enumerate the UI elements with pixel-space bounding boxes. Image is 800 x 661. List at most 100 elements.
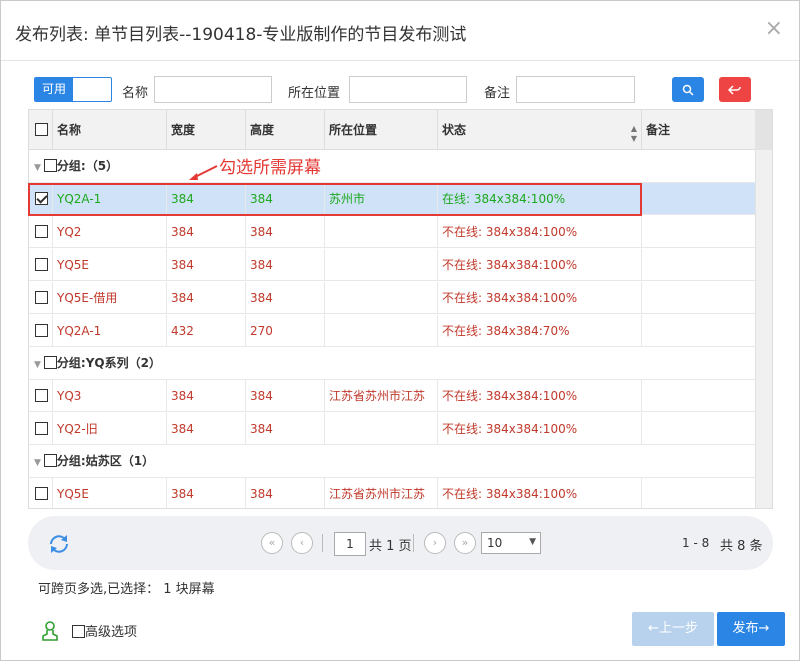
cell-name: YQ5E — [53, 249, 167, 281]
cell-height: 384 — [246, 413, 325, 445]
cell-location: 江苏省苏州市江苏 — [325, 380, 438, 412]
col-status[interactable]: 状态 ▲ ▼ — [438, 110, 642, 150]
page-size-value: 10 — [487, 536, 503, 550]
cell-status: 不在线: 384x384:100% — [438, 216, 642, 248]
row-checkbox[interactable] — [35, 486, 48, 500]
cell-location — [325, 315, 438, 347]
refresh-icon[interactable] — [45, 530, 73, 558]
cell-location — [325, 216, 438, 248]
page-size-select[interactable]: 10 ▼ — [481, 532, 541, 554]
collapse-icon[interactable]: ▼ — [34, 458, 41, 468]
row-checkbox[interactable] — [35, 224, 48, 238]
cell-name: YQ5E-借用 — [53, 282, 167, 314]
group-header[interactable]: ▼ 分组:姑苏区（1） — [29, 445, 756, 478]
row-checkbox[interactable] — [35, 421, 48, 435]
name-input[interactable] — [154, 76, 272, 103]
col-height[interactable]: 高度 — [246, 110, 325, 150]
col-location[interactable]: 所在位置 — [325, 110, 438, 150]
advanced-options[interactable]: 高级选项 — [72, 621, 137, 640]
table-scrollbar[interactable] — [755, 110, 772, 508]
group-checkbox[interactable] — [43, 356, 57, 369]
screen-table: 名称 宽度 高度 所在位置 状态 ▲ ▼ 备注 ▼ 分组:（5） YQ2A-1 384… — [28, 109, 773, 509]
dialog-title: 发布列表: 单节目列表--190418-专业版制作的节目发布测试 — [15, 25, 467, 45]
close-icon[interactable]: × — [765, 18, 783, 40]
group-label: 分组:YQ系列（2） — [56, 356, 161, 370]
group-checkbox[interactable] — [43, 454, 57, 467]
table-row[interactable]: YQ5E-借用 384 384 不在线: 384x384:100% — [29, 282, 756, 314]
table-row[interactable]: YQ2A-1 432 270 不在线: 384x384:70% — [29, 315, 756, 347]
cell-status: 不在线: 384x384:100% — [438, 249, 642, 281]
prev-page-button[interactable]: ‹ — [291, 532, 313, 554]
cell-width: 384 — [167, 249, 246, 281]
remark-input[interactable] — [516, 76, 635, 103]
publish-button[interactable]: 发布→ — [717, 612, 785, 646]
cell-remark — [642, 380, 756, 412]
sort-icon[interactable]: ▲ ▼ — [631, 110, 637, 144]
cell-location: 苏州市 — [325, 183, 438, 215]
cell-remark — [642, 249, 756, 281]
prev-step-button[interactable]: ←上一步 — [632, 612, 714, 646]
last-page-button[interactable]: » — [454, 532, 476, 554]
cell-height: 270 — [246, 315, 325, 347]
cell-status: 不在线: 384x384:100% — [438, 478, 642, 508]
table-row[interactable]: YQ5E 384 384 不在线: 384x384:100% — [29, 249, 756, 281]
collapse-icon[interactable]: ▼ — [34, 360, 41, 370]
row-checkbox[interactable] — [35, 290, 48, 304]
next-page-button[interactable]: › — [424, 532, 446, 554]
cell-remark — [642, 413, 756, 445]
advanced-checkbox[interactable] — [72, 624, 85, 638]
table-row[interactable]: YQ2 384 384 不在线: 384x384:100% — [29, 216, 756, 248]
first-page-button[interactable]: « — [261, 532, 283, 554]
group-header[interactable]: ▼ 分组:（5） — [29, 150, 756, 183]
location-input[interactable] — [349, 76, 467, 103]
row-checkbox[interactable] — [35, 257, 48, 271]
cell-name: YQ2-旧 — [53, 413, 167, 445]
cell-width: 384 — [167, 478, 246, 508]
selection-summary: 可跨页多选,已选择： 1 块屏幕 — [38, 582, 215, 597]
cell-height: 384 — [246, 183, 325, 215]
cell-remark — [642, 216, 756, 248]
table-row[interactable]: YQ2A-1 384 384 苏州市 在线: 384x384:100% — [29, 183, 756, 215]
pagination-bar: « ‹ 共 1 页 › » 10 ▼ 1 - 8 共 8 条 — [28, 516, 773, 570]
cell-remark — [642, 183, 756, 215]
cell-location — [325, 249, 438, 281]
remark-label: 备注 — [484, 86, 511, 101]
cell-height: 384 — [246, 282, 325, 314]
col-remark[interactable]: 备注 — [642, 110, 756, 150]
cell-remark — [642, 478, 756, 508]
row-checkbox[interactable] — [35, 388, 48, 402]
col-width[interactable]: 宽度 — [167, 110, 246, 150]
row-checkbox[interactable] — [35, 323, 48, 337]
table-row[interactable]: YQ5E 384 384 江苏省苏州市江苏 不在线: 384x384:100% — [29, 478, 756, 508]
user-icon — [42, 621, 58, 641]
select-all-checkbox[interactable] — [35, 122, 48, 136]
cell-width: 432 — [167, 315, 246, 347]
reset-button[interactable] — [719, 77, 751, 102]
cell-status: 不在线: 384x384:100% — [438, 380, 642, 412]
group-checkbox[interactable] — [43, 159, 57, 172]
table-row[interactable]: YQ2-旧 384 384 不在线: 384x384:100% — [29, 413, 756, 445]
group-label: 分组:（5） — [56, 159, 119, 173]
page-number-input[interactable]: 1 — [334, 532, 366, 556]
location-label: 所在位置 — [288, 86, 341, 101]
cell-height: 384 — [246, 478, 325, 508]
search-button[interactable] — [672, 77, 704, 102]
collapse-icon[interactable]: ▼ — [34, 163, 41, 173]
table-row[interactable]: YQ3 384 384 江苏省苏州市江苏 不在线: 384x384:100% — [29, 380, 756, 412]
cell-status: 不在线: 384x384:70% — [438, 315, 642, 347]
filter-toolbar: 可用 名称 所在位置 备注 — [1, 73, 799, 107]
cell-location: 江苏省苏州市江苏 — [325, 478, 438, 508]
cell-name: YQ5E — [53, 478, 167, 508]
cell-height: 384 — [246, 380, 325, 412]
available-toggle[interactable]: 可用 — [34, 77, 112, 102]
undo-icon — [727, 84, 741, 95]
row-checkbox[interactable] — [35, 191, 48, 205]
group-label: 分组:姑苏区（1） — [56, 454, 155, 468]
range-label: 1 - 8 — [682, 536, 710, 550]
group-header[interactable]: ▼ 分组:YQ系列（2） — [29, 347, 756, 380]
publish-dialog: 发布列表: 单节目列表--190418-专业版制作的节目发布测试 × 可用 名称… — [0, 0, 800, 661]
cell-width: 384 — [167, 216, 246, 248]
select-all-cell[interactable] — [29, 110, 53, 150]
cell-location — [325, 413, 438, 445]
col-name[interactable]: 名称 — [53, 110, 167, 150]
